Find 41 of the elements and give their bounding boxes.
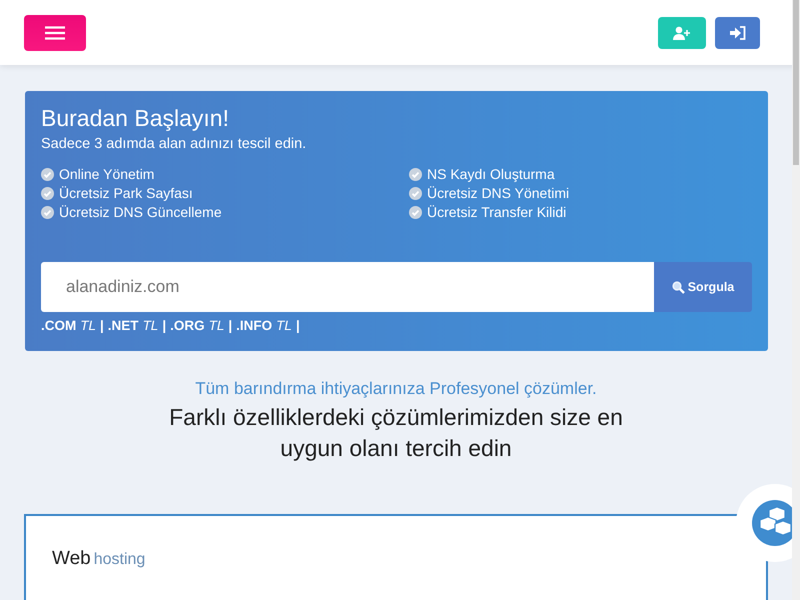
scrollbar[interactable] <box>792 0 800 600</box>
scrollbar-thumb[interactable] <box>793 0 799 165</box>
domain-extension: .INFO <box>236 318 272 333</box>
search-icon <box>672 280 685 294</box>
domain-extension: .ORG <box>170 318 205 333</box>
check-icon <box>409 168 422 180</box>
add-user-icon <box>673 26 691 40</box>
domain-extension: .COM <box>41 318 76 333</box>
domain-extension: .NET <box>108 318 139 333</box>
separator: | <box>296 318 300 333</box>
section-heading: Farklı özelliklerdeki çözümlerimizden size en uygun olanı tercih edin <box>168 403 624 463</box>
check-icon <box>41 206 54 218</box>
feature-text: Online Yönetim <box>59 166 154 182</box>
price-currency: TL <box>276 318 292 333</box>
feature-text: Ücretsiz Transfer Kilidi <box>427 204 566 220</box>
price-currency: TL <box>80 318 96 333</box>
check-icon <box>41 168 54 180</box>
domain-search-field[interactable]: alanadiniz.com <box>41 262 654 312</box>
register-button[interactable] <box>658 16 706 48</box>
check-icon <box>409 186 422 200</box>
separator: | <box>162 318 166 333</box>
tagline: Tüm barındırma ihtiyaçlarınıza Profesyonel çözümler. <box>195 379 597 399</box>
check-icon <box>41 186 54 200</box>
feature-text: Ücretsiz DNS Güncelleme <box>59 204 222 220</box>
sign-in-icon <box>730 26 746 40</box>
login-button[interactable] <box>715 16 760 48</box>
card-subtitle: hosting <box>94 551 146 568</box>
menu-icon <box>45 26 65 40</box>
feature-text: Ücretsiz Park Sayfası <box>59 185 193 201</box>
card-title: Web <box>52 548 91 569</box>
hero-title: Buradan Başlayın! <box>41 105 230 132</box>
check-icon <box>409 206 422 218</box>
separator: | <box>228 318 232 333</box>
separator: | <box>100 318 104 333</box>
price-currency: TL <box>142 318 158 333</box>
menu-button[interactable] <box>24 15 86 51</box>
search-button[interactable]: Sorgula <box>654 262 752 312</box>
hero-subtitle: Sadece 3 adımda alan adınızı tescil edin. <box>41 136 308 152</box>
price-currency: TL <box>208 318 224 333</box>
feature-text: Ücretsiz DNS Yönetimi <box>427 185 570 201</box>
feature-text: NS Kaydı Oluşturma <box>427 166 555 182</box>
